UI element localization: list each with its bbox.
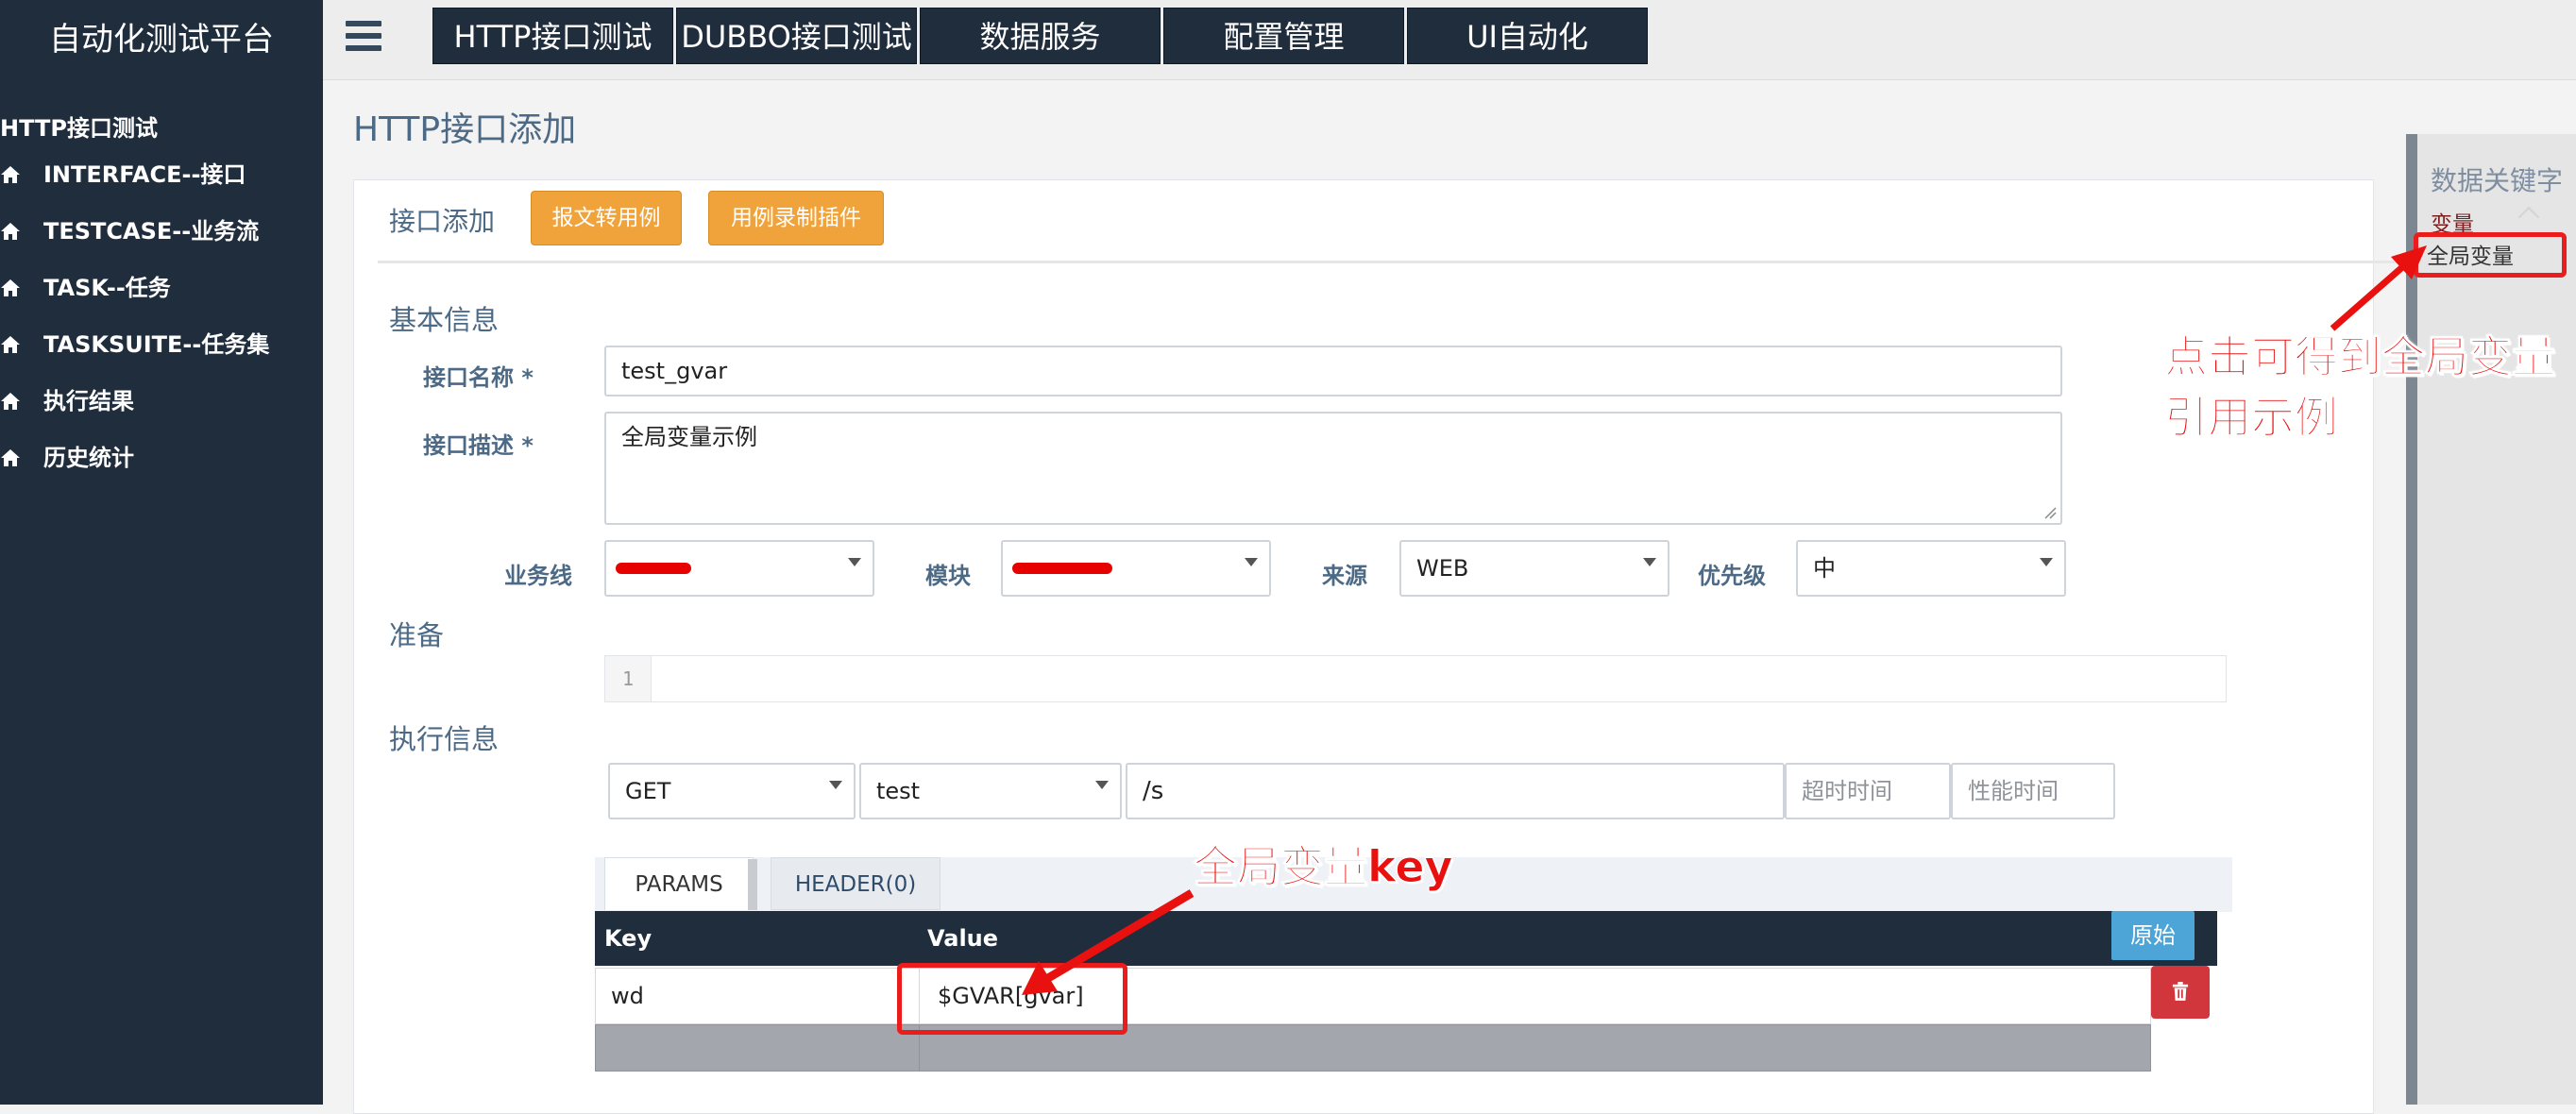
resize-grip-icon[interactable] [2043, 506, 2057, 519]
top-bar: HTTP接口测试 DUBBO接口测试 数据服务 配置管理 UI自动化 [323, 0, 2576, 80]
panel-heading: 接口添加 [389, 206, 496, 237]
line-number: 1 [605, 656, 652, 701]
keyword-panel-title: 数据关键字 [2431, 165, 2564, 196]
perf-time-input[interactable]: 性能时间 [1951, 763, 2115, 819]
tab-edge [748, 859, 757, 910]
env-value: test [876, 778, 921, 804]
topnav-dubbo[interactable]: DUBBO接口测试 [676, 8, 917, 64]
home-icon [1, 279, 20, 296]
chevron-down-icon [848, 558, 861, 566]
section-basic-info: 基本信息 [389, 304, 500, 336]
sidebar-item-tasksuite[interactable]: TASKSUITE--任务集 [0, 316, 323, 373]
home-icon [1, 166, 20, 183]
priority-value: 中 [1813, 555, 1836, 582]
sidebar-item-label: TASK--任务 [43, 275, 171, 301]
section-exec-info: 执行信息 [389, 723, 500, 755]
annotation-box-gvar-value [897, 963, 1127, 1035]
trash-icon [2172, 982, 2189, 1001]
biz-line-label: 业务线 [504, 563, 572, 589]
annotation-gvar-key: 全局变量key [1194, 841, 1454, 893]
biz-line-select[interactable] [604, 540, 874, 597]
sidebar-item-label: 历史统计 [43, 445, 134, 471]
annotation-line: 点击可得到全局变量 [2164, 331, 2556, 383]
sidebar-item-results[interactable]: 执行结果 [0, 373, 323, 430]
timeout-input[interactable]: 超时时间 [1785, 763, 1951, 819]
sidebar-item-label: TESTCASE--业务流 [43, 218, 260, 245]
annotation-click-tip: 点击可得到全局变量 引用示例 [2164, 327, 2556, 447]
sidebar-item-testcase[interactable]: TESTCASE--业务流 [0, 203, 323, 260]
method-select[interactable]: GET [608, 763, 856, 819]
home-icon [1, 449, 20, 466]
top-nav: HTTP接口测试 DUBBO接口测试 数据服务 配置管理 UI自动化 [432, 8, 1651, 64]
chevron-down-icon [1245, 558, 1258, 566]
sidebar-item-history[interactable]: 历史统计 [0, 430, 323, 486]
source-label: 来源 [1322, 563, 1367, 589]
topnav-http[interactable]: HTTP接口测试 [432, 8, 673, 64]
annotation-box-global-var [2414, 232, 2567, 278]
section-prepare: 准备 [389, 619, 445, 651]
source-value: WEB [1416, 555, 1469, 582]
sidebar-item-label: TASKSUITE--任务集 [43, 331, 270, 358]
module-label: 模块 [925, 563, 971, 589]
source-select[interactable]: WEB [1399, 540, 1669, 597]
param-key-input[interactable]: wd [611, 969, 913, 1023]
chevron-down-icon [2040, 558, 2053, 566]
table-row-empty[interactable] [595, 1024, 2151, 1072]
method-value: GET [625, 778, 671, 804]
column-header-value: Value [927, 925, 999, 952]
column-header-key: Key [604, 925, 652, 952]
keyword-panel [2406, 134, 2576, 1105]
tab-header[interactable]: HEADER(0) [771, 857, 941, 910]
table-row: wd $GVAR[gvar] [595, 968, 2151, 1024]
redaction-mark [1012, 563, 1112, 574]
divider [378, 261, 2408, 263]
prepare-code-editor[interactable]: 1 [604, 655, 2227, 702]
topnav-config[interactable]: 配置管理 [1163, 8, 1404, 64]
sidebar-item-label: 执行结果 [43, 388, 134, 414]
chevron-down-icon [1643, 558, 1656, 566]
annotation-line: 引用示例 [2164, 392, 2339, 444]
env-select[interactable]: test [859, 763, 1122, 819]
home-icon [1, 336, 20, 353]
convert-to-case-button[interactable]: 报文转用例 [531, 191, 682, 245]
module-select[interactable] [1001, 540, 1271, 597]
delete-row-button[interactable] [2151, 966, 2210, 1019]
desc-text: 全局变量示例 [621, 424, 757, 450]
tab-params[interactable]: PARAMS [604, 857, 754, 910]
sidebar-item-interface[interactable]: INTERFACE--接口 [0, 146, 323, 203]
desc-label: 接口描述 * [423, 432, 534, 459]
app-brand[interactable]: 自动化测试平台 [0, 0, 323, 79]
raw-mode-button[interactable]: 原始 [2111, 911, 2195, 960]
sidebar-item-task[interactable]: TASK--任务 [0, 260, 323, 316]
home-icon [1, 223, 20, 240]
sidebar-item-label: INTERFACE--接口 [43, 161, 246, 188]
chevron-down-icon [1095, 781, 1109, 789]
topnav-ui-automation[interactable]: UI自动化 [1407, 8, 1648, 64]
name-label: 接口名称 * [423, 364, 534, 391]
sidebar-section-http: HTTP接口测试 [0, 115, 158, 142]
sidebar: 自动化测试平台 HTTP接口测试 INTERFACE--接口 TESTCASE-… [0, 0, 323, 1105]
name-input[interactable]: test_gvar [604, 346, 2062, 397]
topnav-data-service[interactable]: 数据服务 [920, 8, 1161, 64]
priority-select[interactable]: 中 [1796, 540, 2066, 597]
page-title: HTTP接口添加 [353, 110, 577, 149]
home-icon [1, 393, 20, 410]
record-plugin-button[interactable]: 用例录制插件 [708, 191, 884, 245]
redaction-mark [616, 563, 691, 574]
priority-label: 优先级 [1698, 563, 1766, 589]
path-input[interactable]: /s [1126, 763, 1785, 819]
params-table-header: Key Value [595, 911, 2217, 966]
desc-textarea[interactable]: 全局变量示例 [604, 412, 2062, 525]
chevron-down-icon [829, 781, 842, 789]
menu-toggle-icon[interactable] [346, 21, 381, 53]
